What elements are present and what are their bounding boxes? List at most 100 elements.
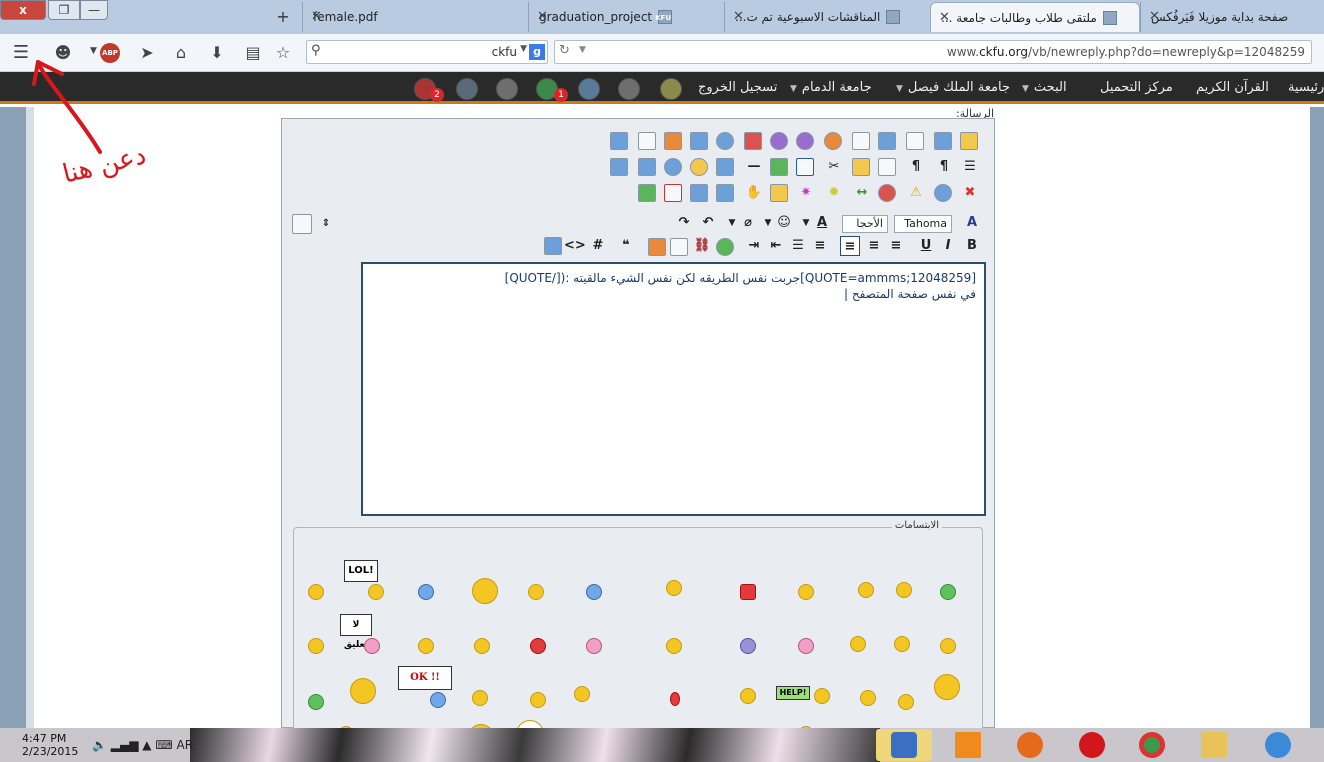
smiley-icon[interactable] [798, 638, 814, 654]
diamond-icon[interactable] [638, 158, 656, 176]
tab-graduation-project[interactable]: ✕ KFU graduation_project [528, 2, 724, 32]
arabic-tool-icon[interactable] [638, 184, 656, 202]
align-right-icon[interactable]: ≡ [886, 236, 906, 256]
font-name-select[interactable]: Tahoma [894, 215, 952, 233]
smiley-icon[interactable] [418, 584, 434, 600]
align-center-icon[interactable]: ≡ [864, 236, 884, 256]
smiley-icon[interactable] [418, 638, 434, 654]
rtl-icon[interactable]: ¶ [906, 157, 926, 177]
url-bar[interactable]: ↻ ▼ www.ckfu.org/vb/newreply.php?do=newr… [554, 40, 1312, 64]
email-icon[interactable] [670, 238, 688, 256]
ltr-icon[interactable]: ¶ [934, 157, 954, 177]
smiley-icon[interactable] [740, 688, 756, 704]
window-minimize-button[interactable]: — [80, 0, 108, 20]
tab-female-pdf[interactable]: ✕ female.pdf [302, 2, 528, 32]
outdent-icon[interactable]: ⇤ [766, 236, 786, 256]
smiley-icon[interactable]: ☻ [52, 42, 74, 64]
rose-icon[interactable] [586, 638, 602, 654]
font-size-select[interactable]: الأحجا [842, 215, 888, 233]
send-icon[interactable]: ➤ [136, 42, 158, 64]
nav-home[interactable]: رئيسية [1288, 80, 1324, 95]
flash-orange-icon[interactable] [824, 132, 842, 150]
smiley-icon[interactable] [308, 638, 324, 654]
task-ie[interactable] [1250, 729, 1306, 761]
star-icon[interactable]: ☆ [272, 42, 294, 64]
nav-kfu[interactable]: جامعة الملك فيصل▼ [896, 80, 1010, 95]
adblock-icon[interactable]: ABP [100, 43, 120, 63]
hand-icon[interactable]: ✋ [744, 183, 764, 203]
smiley-icon[interactable] [308, 584, 324, 600]
language-indicator[interactable]: AR [177, 738, 194, 752]
smiley-icon[interactable]: ☺ [774, 213, 794, 233]
download-icon[interactable]: ⬇ [206, 42, 228, 64]
clipboard-icon[interactable] [852, 158, 870, 176]
close-icon[interactable]: ✕ [733, 9, 744, 24]
tab-forum[interactable]: ✕ ملتقى طلاب وطالبات جامعة ... [930, 2, 1140, 32]
task-vlc[interactable] [940, 729, 996, 761]
stats-icon[interactable] [660, 78, 682, 100]
ok-sign[interactable]: OK !! [398, 666, 452, 690]
nav-dammam[interactable]: جامعة الدمام▼ [790, 80, 872, 95]
no-comment-sign[interactable]: لا تعليق [340, 614, 372, 650]
messages-icon[interactable] [578, 78, 600, 100]
music-smiley-icon[interactable] [850, 636, 866, 652]
search-input[interactable]: ⚲ ckfu ▼ g [306, 40, 548, 64]
smiley-icon[interactable] [940, 584, 956, 600]
font-color-icon[interactable]: A [812, 213, 832, 233]
girl-smiley-icon[interactable] [350, 678, 376, 704]
close-icon[interactable]: ✕ [1149, 9, 1160, 24]
redo-icon[interactable]: ↷ [674, 213, 694, 233]
hug-smiley-icon[interactable] [574, 686, 590, 702]
hash-icon[interactable]: # [588, 236, 608, 256]
rose-icon[interactable] [670, 692, 680, 706]
unlink-icon[interactable]: ⛓ [692, 236, 712, 256]
bookmarks-list-icon[interactable]: ▤ [242, 42, 264, 64]
menu-icon[interactable]: ☰ [10, 42, 32, 64]
window-maximize-button[interactable]: ❐ [48, 0, 80, 20]
insert-video-icon[interactable] [690, 132, 708, 150]
smiley-icon[interactable] [368, 584, 384, 600]
code-icon[interactable]: <> [564, 236, 586, 256]
tab-firefox-start[interactable]: ✕ صفحة بداية موزيلا فَيَرفُكس [1140, 2, 1324, 32]
window-close-button[interactable]: x [0, 0, 46, 20]
flash-alt-icon[interactable] [796, 132, 814, 150]
angry-smiley-icon[interactable] [894, 636, 910, 652]
insert-media-icon[interactable] [638, 132, 656, 150]
spellcheck-icon[interactable] [906, 132, 924, 150]
smiley-icon[interactable] [896, 582, 912, 598]
edit-icon[interactable] [960, 132, 978, 150]
thumbs-up-smiley-icon[interactable] [474, 638, 490, 654]
attach-icon[interactable]: ⌀ [738, 213, 758, 233]
signal-icon[interactable]: ▂▄▆ [111, 738, 139, 752]
copy-icon[interactable] [878, 158, 896, 176]
resize-icon[interactable]: ⇕ [316, 214, 336, 234]
stop-icon[interactable] [878, 184, 896, 202]
numbered-list-icon[interactable]: ≡ [810, 236, 830, 256]
frame-icon[interactable] [878, 132, 896, 150]
smiley-icon[interactable] [934, 674, 960, 700]
sparkle-icon[interactable]: ✷ [796, 183, 816, 203]
delete-icon[interactable]: ✖ [960, 183, 980, 203]
smiley-icon[interactable] [364, 638, 380, 654]
new-tab-button[interactable]: + [272, 6, 294, 28]
chevron-up-icon[interactable]: ▲ [142, 738, 151, 752]
nav-quran[interactable]: القرآن الكريم [1196, 80, 1269, 95]
text-size-icon[interactable] [292, 214, 312, 234]
preview-icon[interactable] [934, 132, 952, 150]
info-icon[interactable] [934, 184, 952, 202]
keyboard-icon[interactable]: ⌨ [155, 738, 172, 752]
php-icon[interactable] [544, 237, 562, 255]
help-sign[interactable]: HELP! [776, 686, 810, 700]
smiley-icon[interactable] [740, 638, 756, 654]
align-left-icon[interactable]: ≡ [840, 236, 860, 256]
smiley-icon[interactable] [798, 584, 814, 600]
google-icon[interactable]: g [529, 44, 545, 60]
heart-icon[interactable] [530, 638, 546, 654]
task-opera[interactable] [1064, 729, 1120, 761]
chevron-down-icon[interactable]: ▼ [90, 46, 97, 56]
underline-icon[interactable]: U [916, 236, 936, 256]
box-icon[interactable] [664, 184, 682, 202]
sleepy-smiley-icon[interactable] [528, 584, 544, 600]
smiley-icon[interactable] [430, 692, 446, 708]
arrows-icon[interactable]: ↔ [852, 183, 872, 203]
